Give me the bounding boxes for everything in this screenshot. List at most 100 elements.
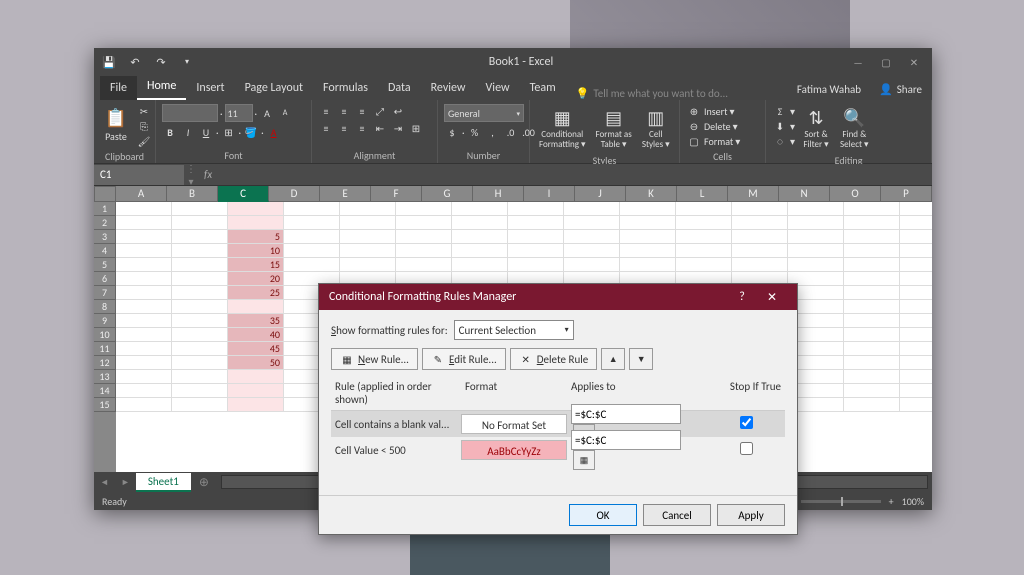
- cancel-button[interactable]: Cancel: [643, 504, 711, 526]
- cell-a4[interactable]: [116, 244, 172, 258]
- row-header-13[interactable]: 13: [94, 370, 116, 384]
- undo-icon[interactable]: ↶: [124, 52, 146, 72]
- cell-b9[interactable]: [172, 314, 228, 328]
- cell-a3[interactable]: [116, 230, 172, 244]
- tell-me-search[interactable]: 💡Tell me what you want to do...: [566, 87, 789, 100]
- ok-button[interactable]: OK: [569, 504, 637, 526]
- column-header-a[interactable]: A: [116, 186, 167, 202]
- shrink-font-icon[interactable]: A: [277, 106, 293, 120]
- column-header-l[interactable]: L: [677, 186, 728, 202]
- cell-c11[interactable]: 45: [228, 342, 284, 356]
- grow-font-icon[interactable]: A: [259, 106, 275, 120]
- sheet-tab-sheet1[interactable]: Sheet1: [136, 473, 191, 492]
- add-sheet-icon[interactable]: ⊕: [191, 475, 217, 490]
- edit-rule-button[interactable]: ✎Edit Rule...: [422, 348, 506, 370]
- cell-b2[interactable]: [172, 216, 228, 230]
- cell-n1[interactable]: [844, 202, 900, 216]
- cell-n8[interactable]: [844, 300, 900, 314]
- comma-icon[interactable]: ,: [485, 125, 501, 139]
- cell-a12[interactable]: [116, 356, 172, 370]
- row-header-5[interactable]: 5: [94, 258, 116, 272]
- move-rule-up-button[interactable]: ▲: [601, 348, 625, 370]
- zoom-in-icon[interactable]: +: [889, 495, 894, 508]
- cell-d3[interactable]: [284, 230, 340, 244]
- cell-i3[interactable]: [564, 230, 620, 244]
- row-header-11[interactable]: 11: [94, 342, 116, 356]
- sheet-nav-next-icon[interactable]: ►: [115, 477, 136, 488]
- currency-icon[interactable]: $: [444, 125, 460, 139]
- cell-a2[interactable]: [116, 216, 172, 230]
- column-header-m[interactable]: M: [728, 186, 779, 202]
- row-header-8[interactable]: 8: [94, 300, 116, 314]
- cell-c8[interactable]: [228, 300, 284, 314]
- row-header-15[interactable]: 15: [94, 398, 116, 412]
- tab-file[interactable]: File: [100, 76, 137, 100]
- row-header-12[interactable]: 12: [94, 356, 116, 370]
- cell-o11[interactable]: [900, 342, 932, 356]
- underline-icon[interactable]: U: [198, 125, 214, 139]
- cell-c6[interactable]: 20: [228, 272, 284, 286]
- delete-rule-button[interactable]: ✕Delete Rule: [510, 348, 597, 370]
- cell-n4[interactable]: [844, 244, 900, 258]
- cell-o7[interactable]: [900, 286, 932, 300]
- cell-f3[interactable]: [396, 230, 452, 244]
- cell-n3[interactable]: [844, 230, 900, 244]
- cell-e5[interactable]: [340, 258, 396, 272]
- cell-b15[interactable]: [172, 398, 228, 412]
- cell-a14[interactable]: [116, 384, 172, 398]
- cell-c12[interactable]: 50: [228, 356, 284, 370]
- format-cells-button[interactable]: ▢Format ▾: [686, 134, 740, 148]
- cell-k5[interactable]: [676, 258, 732, 272]
- column-header-h[interactable]: H: [473, 186, 524, 202]
- cell-d5[interactable]: [284, 258, 340, 272]
- cell-n5[interactable]: [844, 258, 900, 272]
- cell-a1[interactable]: [116, 202, 172, 216]
- cell-k4[interactable]: [676, 244, 732, 258]
- cell-a7[interactable]: [116, 286, 172, 300]
- column-header-f[interactable]: F: [371, 186, 422, 202]
- column-header-k[interactable]: K: [626, 186, 677, 202]
- cell-h2[interactable]: [508, 216, 564, 230]
- cell-i2[interactable]: [564, 216, 620, 230]
- cell-d1[interactable]: [284, 202, 340, 216]
- cell-m3[interactable]: [788, 230, 844, 244]
- cell-n13[interactable]: [844, 370, 900, 384]
- rule-row-1[interactable]: Cell Value < 500AaBbCcYyZz▦: [331, 437, 785, 463]
- rule-applies-input[interactable]: [571, 430, 681, 450]
- move-rule-down-button[interactable]: ▼: [629, 348, 653, 370]
- row-header-4[interactable]: 4: [94, 244, 116, 258]
- sheet-nav-prev-icon[interactable]: ◄: [94, 477, 115, 488]
- cell-o13[interactable]: [900, 370, 932, 384]
- cell-n11[interactable]: [844, 342, 900, 356]
- cell-e4[interactable]: [340, 244, 396, 258]
- row-header-14[interactable]: 14: [94, 384, 116, 398]
- cell-o1[interactable]: [900, 202, 932, 216]
- cell-a10[interactable]: [116, 328, 172, 342]
- cell-o2[interactable]: [900, 216, 932, 230]
- format-painter-icon[interactable]: 🖌: [136, 134, 152, 148]
- clear-icon[interactable]: ◌: [772, 134, 788, 148]
- number-format-select[interactable]: General▾: [444, 104, 524, 122]
- autosum-icon[interactable]: Σ: [772, 104, 788, 118]
- row-header-10[interactable]: 10: [94, 328, 116, 342]
- cell-b10[interactable]: [172, 328, 228, 342]
- cell-o6[interactable]: [900, 272, 932, 286]
- stop-if-true-checkbox[interactable]: [740, 442, 753, 455]
- copy-icon[interactable]: ⎘: [136, 119, 152, 133]
- cell-d2[interactable]: [284, 216, 340, 230]
- rule-row-0[interactable]: Cell contains a blank val...No Format Se…: [331, 411, 785, 437]
- qat-dropdown-icon[interactable]: ▾: [176, 52, 198, 72]
- cell-j3[interactable]: [620, 230, 676, 244]
- cell-l1[interactable]: [732, 202, 788, 216]
- cell-k1[interactable]: [676, 202, 732, 216]
- cell-b8[interactable]: [172, 300, 228, 314]
- row-header-2[interactable]: 2: [94, 216, 116, 230]
- fill-icon[interactable]: ⬇: [772, 119, 788, 133]
- cell-c1[interactable]: [228, 202, 284, 216]
- cell-b1[interactable]: [172, 202, 228, 216]
- fx-icon[interactable]: fx: [198, 168, 218, 181]
- conditional-formatting-button[interactable]: ▦ConditionalFormatting ▾: [536, 104, 589, 152]
- cell-f2[interactable]: [396, 216, 452, 230]
- cell-i4[interactable]: [564, 244, 620, 258]
- cell-j4[interactable]: [620, 244, 676, 258]
